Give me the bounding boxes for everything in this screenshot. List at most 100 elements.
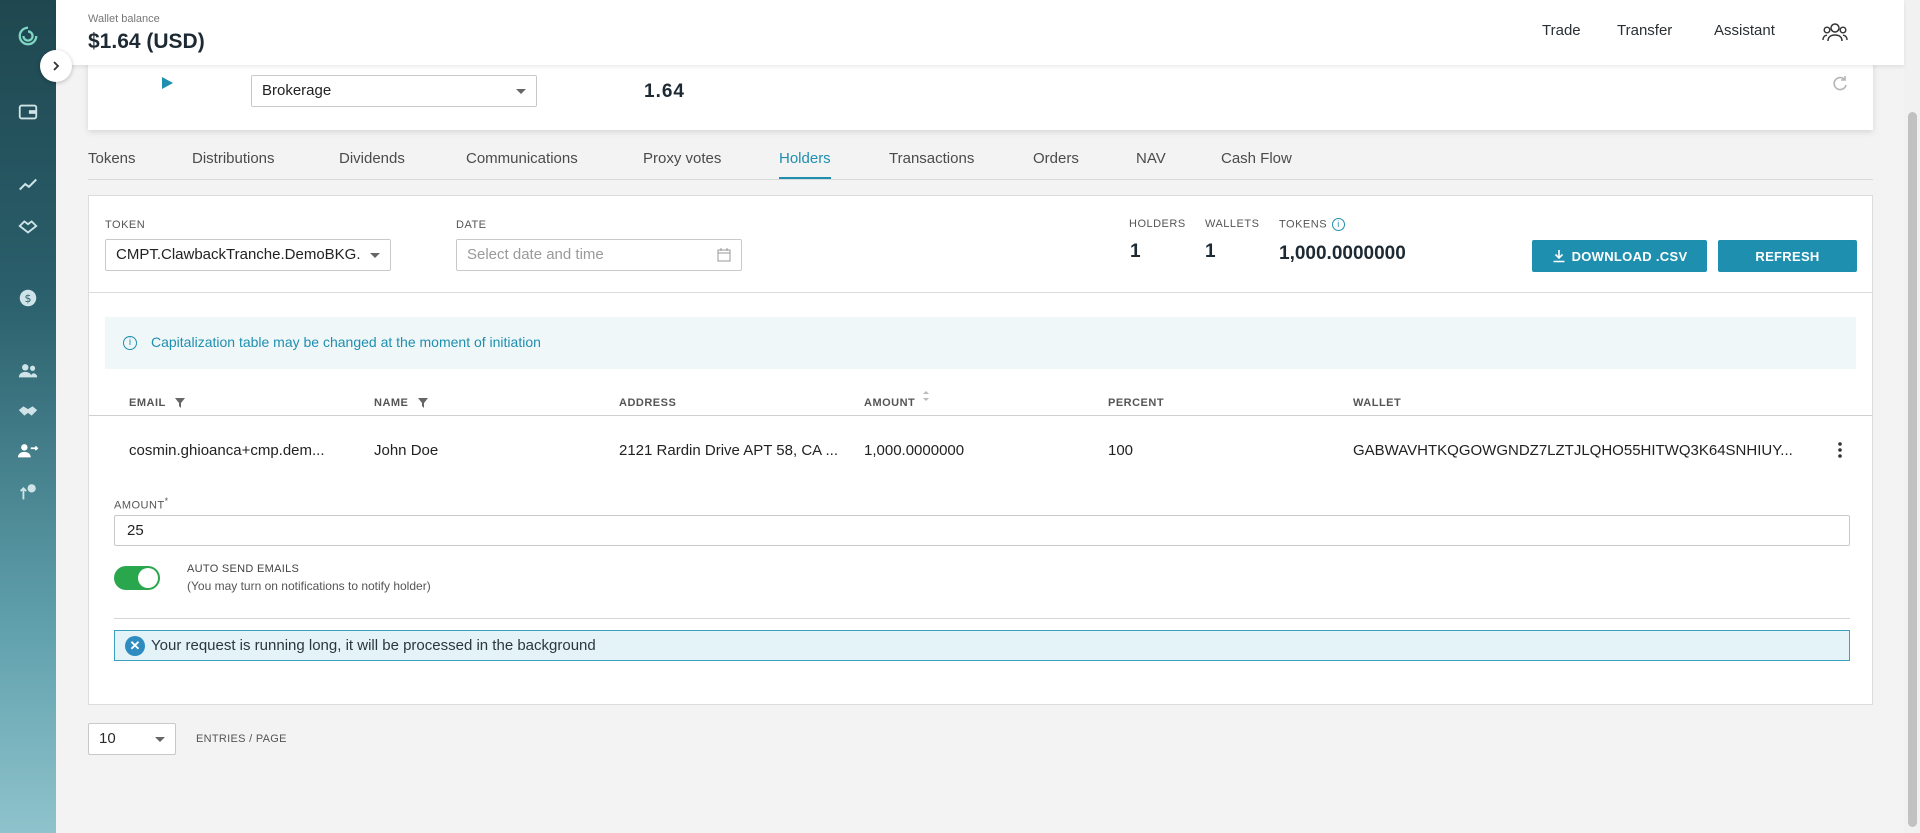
tab-transactions[interactable]: Transactions: [889, 150, 974, 177]
top-header: Wallet balance $1.64 (USD) Trade Transfe…: [56, 0, 1904, 65]
filter-icon[interactable]: [175, 398, 186, 409]
holders-count: 1: [1130, 241, 1141, 262]
date-placeholder: Select date and time: [467, 246, 604, 263]
tab-cash-flow[interactable]: Cash Flow: [1221, 150, 1292, 177]
sidebar: $: [0, 0, 56, 833]
download-csv-button[interactable]: DOWNLOAD .CSV: [1532, 240, 1707, 272]
row-name: John Doe: [374, 442, 439, 459]
auto-send-title: AUTO SEND EMAILS: [187, 563, 300, 575]
refresh-button[interactable]: REFRESH: [1718, 240, 1857, 272]
scrollbar-thumb[interactable]: [1908, 112, 1917, 827]
active-wallet-select[interactable]: Brokerage: [251, 75, 537, 107]
refresh-icon[interactable]: [1831, 74, 1849, 92]
row-menu-icon[interactable]: [1837, 440, 1843, 460]
tokens-label: TOKENS: [1279, 218, 1328, 231]
play-icon[interactable]: [160, 76, 174, 90]
nav-transfer[interactable]: Transfer: [1617, 22, 1672, 39]
column-name[interactable]: NAME: [374, 397, 428, 409]
wallet-balance-value: $1.64 (USD): [88, 30, 205, 53]
svg-text:$: $: [25, 292, 32, 305]
chevron-down-icon: [370, 253, 380, 258]
date-input[interactable]: Select date and time: [456, 239, 742, 271]
dollar-arrows-icon[interactable]: [14, 478, 42, 506]
sort-icon[interactable]: [923, 391, 929, 401]
chart-trend-icon[interactable]: [14, 171, 42, 199]
amount-label: AMOUNT: [114, 499, 165, 512]
filters-divider: [89, 292, 1872, 293]
calendar-icon[interactable]: [717, 248, 731, 262]
wallets-label: WALLETS: [1205, 218, 1260, 230]
token-select-value: CMPT.ClawbackTranche.DemoBKG.: [116, 246, 361, 263]
tab-dividends[interactable]: Dividends: [339, 150, 405, 177]
handshake-icon[interactable]: [14, 397, 42, 425]
team-icon[interactable]: [1822, 20, 1848, 44]
refresh-label: REFRESH: [1755, 248, 1820, 264]
info-banner-text: Capitalization table may be changed at t…: [151, 334, 541, 350]
close-circle-icon[interactable]: ✕: [125, 635, 145, 656]
token-select[interactable]: CMPT.ClawbackTranche.DemoBKG.: [105, 239, 391, 271]
form-divider: [114, 618, 1850, 619]
wallet-icon[interactable]: [14, 98, 42, 126]
column-amount-label: AMOUNT: [864, 397, 916, 409]
column-wallet[interactable]: WALLET: [1353, 397, 1401, 409]
amount-input[interactable]: 25: [114, 515, 1850, 546]
dollar-coin-icon[interactable]: $: [14, 284, 42, 312]
background-process-alert: ✕ Your request is running long, it will …: [114, 630, 1850, 661]
tokens-total: 1,000.0000000: [1279, 243, 1406, 264]
date-label: DATE: [456, 219, 487, 231]
tab-communications[interactable]: Communications: [466, 150, 578, 177]
tab-tokens[interactable]: Tokens: [88, 150, 136, 177]
wallet-balance-label: Wallet balance: [88, 13, 160, 25]
filter-icon[interactable]: [417, 398, 428, 409]
users-icon[interactable]: [14, 357, 42, 385]
column-percent[interactable]: PERCENT: [1108, 397, 1164, 409]
column-email-label: EMAIL: [129, 397, 166, 409]
page-scrollbar[interactable]: [1904, 0, 1920, 833]
wallets-count: 1: [1205, 241, 1216, 262]
chevron-down-icon: [516, 89, 526, 94]
row-percent: 100: [1108, 442, 1134, 459]
user-transfer-icon[interactable]: [14, 437, 42, 465]
toggle-knob: [138, 568, 158, 588]
auto-send-subtitle: (You may turn on notifications to notify…: [187, 579, 431, 593]
tab-holders[interactable]: Holders: [779, 150, 831, 179]
tab-proxy-votes[interactable]: Proxy votes: [643, 150, 721, 177]
column-address[interactable]: ADDRESS: [619, 397, 676, 409]
table-header: EMAIL NAME ADDRESS AMOUNT PERCENT WALLET: [89, 391, 1872, 416]
info-icon: i: [123, 336, 137, 350]
sidebar-expand-button[interactable]: [40, 50, 72, 82]
amount-label-wrap: AMOUNT*: [114, 496, 169, 512]
chevron-down-icon: [155, 737, 165, 742]
holders-panel: TOKEN CMPT.ClawbackTranche.DemoBKG. DATE…: [88, 195, 1873, 705]
download-csv-label: DOWNLOAD .CSV: [1571, 248, 1688, 264]
entries-label: ENTRIES / PAGE: [196, 733, 287, 745]
section-tabs: Tokens Distributions Dividends Communica…: [88, 142, 1873, 180]
tokens-label-wrap: TOKENS i: [1279, 218, 1346, 231]
chevron-right-icon: [53, 61, 60, 71]
tab-nav[interactable]: NAV: [1136, 150, 1166, 177]
info-icon[interactable]: i: [1332, 218, 1346, 231]
entries-per-page-select[interactable]: 10: [88, 723, 176, 755]
info-banner: i Capitalization table may be changed at…: [105, 317, 1856, 369]
active-wallet-value: Brokerage: [262, 82, 332, 99]
nav-trade[interactable]: Trade: [1542, 22, 1581, 39]
handshake-dollar-icon[interactable]: [14, 212, 42, 240]
column-name-label: NAME: [374, 397, 409, 409]
tab-distributions[interactable]: Distributions: [192, 150, 275, 177]
row-amount: 1,000.0000000: [864, 442, 965, 459]
download-icon: [1553, 250, 1565, 263]
token-label: TOKEN: [105, 219, 146, 231]
wallet-balance-amount: 1.64: [644, 81, 685, 102]
column-email[interactable]: EMAIL: [129, 397, 186, 409]
holders-label: HOLDERS: [1129, 218, 1186, 230]
row-email: cosmin.ghioanca+cmp.dem...: [129, 442, 325, 459]
tab-orders[interactable]: Orders: [1033, 150, 1079, 177]
nav-assistant[interactable]: Assistant: [1714, 22, 1775, 39]
row-wallet: GABWAVHTKQGOWGNDZ7LZTJLQHO55HITWQ3K64SNH…: [1353, 442, 1793, 459]
auto-send-emails-toggle[interactable]: [114, 566, 160, 590]
app-logo-icon[interactable]: [14, 22, 42, 50]
required-mark: *: [164, 496, 169, 506]
entries-value: 10: [99, 730, 116, 747]
column-amount[interactable]: AMOUNT: [864, 391, 929, 409]
row-address: 2121 Rardin Drive APT 58, CA ...: [619, 442, 839, 459]
